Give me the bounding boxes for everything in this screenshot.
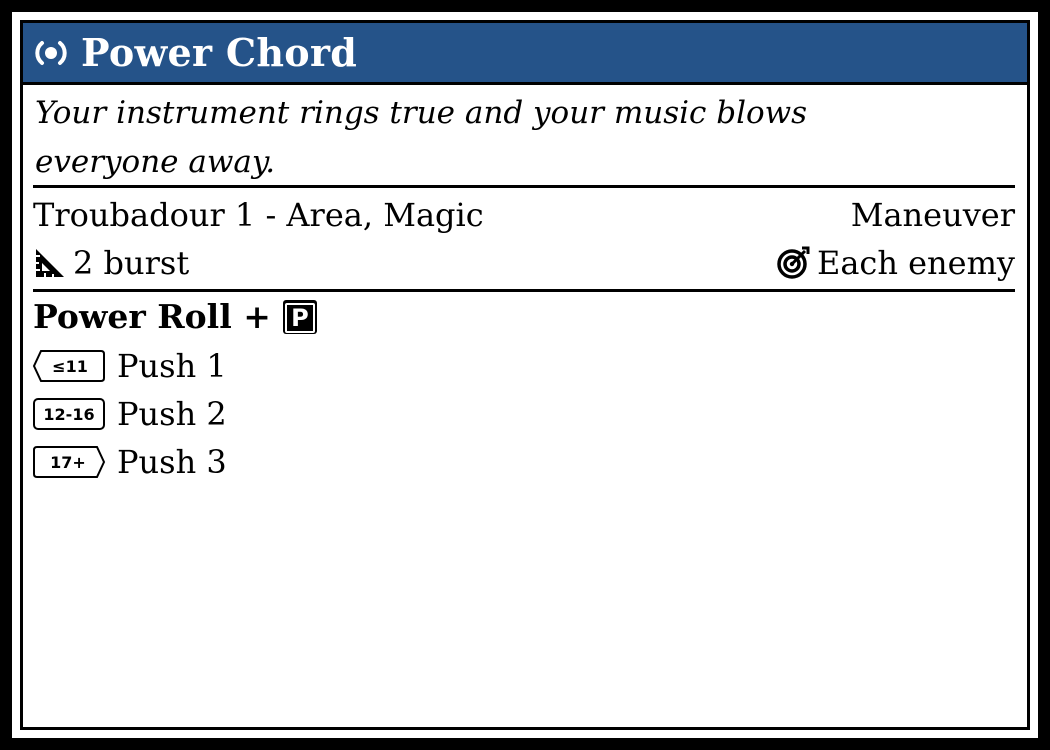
target-icon bbox=[777, 246, 810, 279]
keywords: Troubadour 1 - Area, Magic bbox=[33, 196, 484, 234]
tier-1-badge: ≤11 bbox=[32, 350, 105, 382]
power-roll-label: Power Roll + bbox=[33, 297, 271, 336]
target: Each enemy bbox=[816, 244, 1015, 282]
power-roll-heading: Power Roll + P bbox=[33, 297, 317, 336]
keywords-row: Troubadour 1 - Area, Magic Maneuver bbox=[33, 192, 1015, 238]
tier-1-effect: Push 1 bbox=[117, 347, 227, 385]
tier-2-badge: 12-16 bbox=[33, 398, 105, 430]
tier-2-row: 12-16 Push 2 bbox=[31, 391, 227, 437]
tier-1-range: ≤11 bbox=[52, 357, 88, 376]
radio-broadcast-icon bbox=[31, 33, 71, 73]
presence-stat-badge: P bbox=[282, 299, 317, 334]
divider bbox=[33, 185, 1015, 188]
action-type: Maneuver bbox=[850, 196, 1015, 234]
ability-card: Power Chord Your instrument rings true a… bbox=[12, 12, 1038, 738]
divider bbox=[33, 289, 1015, 292]
card-title: Power Chord bbox=[81, 30, 358, 75]
tier-1-row: ≤11 Push 1 bbox=[31, 343, 227, 389]
distance: 2 burst bbox=[73, 244, 190, 282]
ability-card-inner: Power Chord Your instrument rings true a… bbox=[20, 20, 1030, 730]
tier-2-effect: Push 2 bbox=[117, 395, 227, 433]
tier-2-range: 12-16 bbox=[43, 405, 94, 424]
distance-target-row: 2 burst Each enemy bbox=[33, 240, 1015, 286]
tier-3-badge: 17+ bbox=[33, 446, 106, 478]
flavor-text: Your instrument rings true and your musi… bbox=[35, 95, 808, 180]
triangle-ruler-icon bbox=[36, 249, 64, 277]
card-header: Power Chord bbox=[23, 23, 1027, 85]
tier-3-range: 17+ bbox=[50, 453, 86, 472]
tier-3-effect: Push 3 bbox=[117, 443, 227, 481]
tier-3-row: 17+ Push 3 bbox=[31, 439, 227, 485]
